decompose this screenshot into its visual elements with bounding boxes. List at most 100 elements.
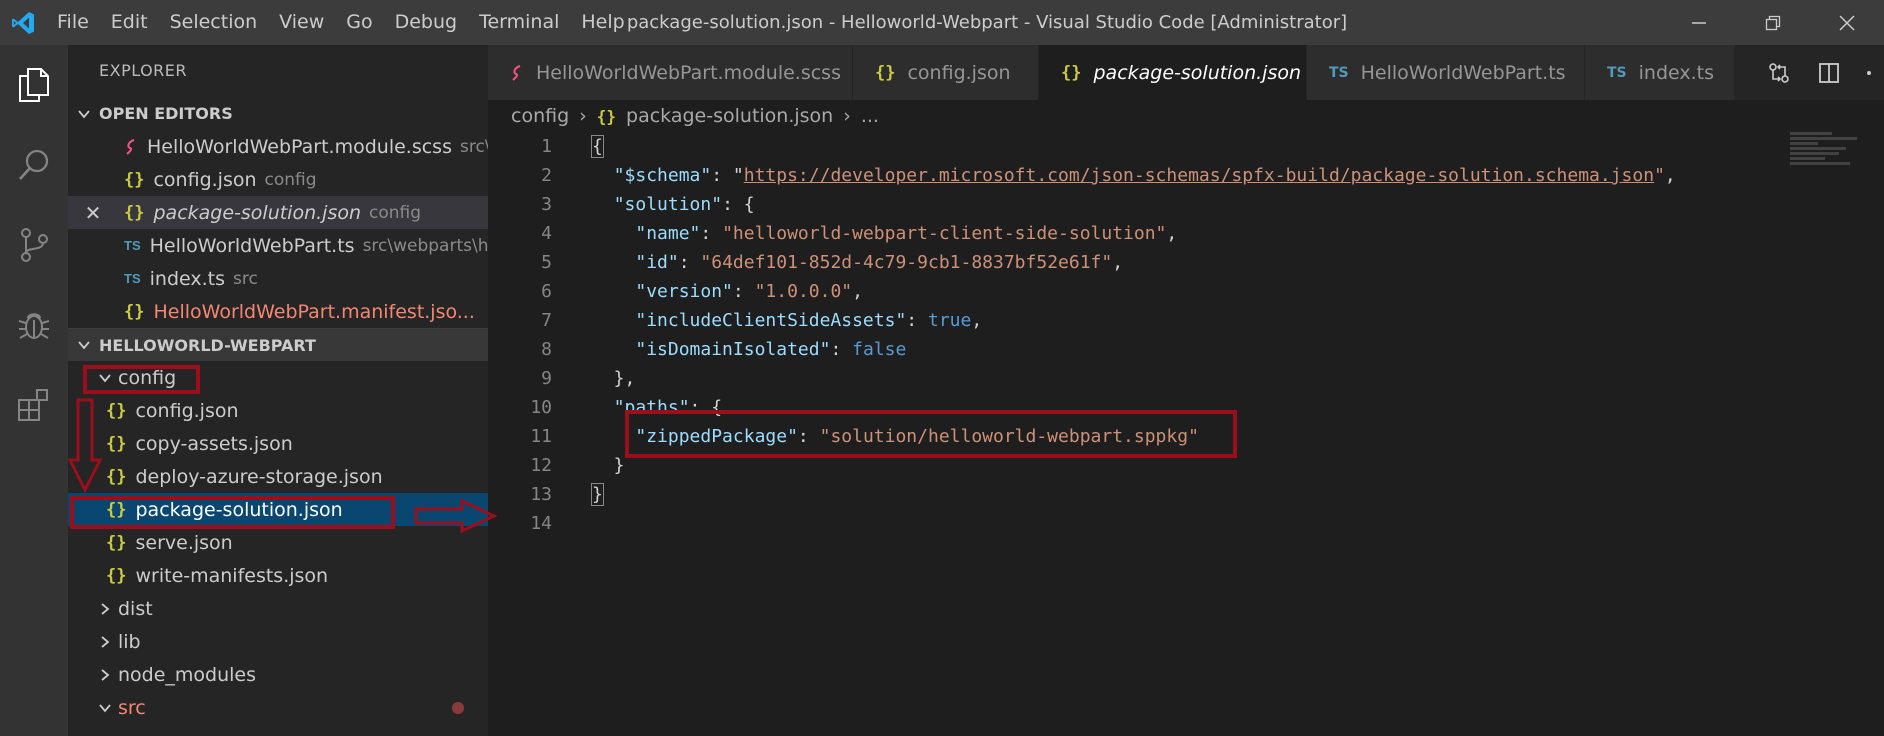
minimap-line [1790, 152, 1839, 155]
code-line: 2 "$schema": "https://developer.microsof… [488, 161, 1788, 190]
restore-icon [1765, 15, 1781, 30]
open-editors-header[interactable]: OPEN EDITORS [68, 97, 488, 130]
extensions-button[interactable] [0, 365, 68, 445]
code-text: "id": "64def101-852d-4c79-9cb1-8837bf52e… [635, 252, 1124, 273]
source-control-button[interactable] [0, 205, 68, 285]
tab-helloworldwebpart-ts[interactable]: TS HelloWorldWebPart.ts [1307, 45, 1585, 100]
json-file-icon: {} [124, 169, 145, 190]
line-number: 10 [530, 397, 552, 418]
json-value: "1.0.0.0" [754, 281, 853, 302]
file-item[interactable]: {} write-manifests.json [68, 559, 488, 592]
open-editor-item-active[interactable]: ✕ {} package-solution.json config [68, 196, 488, 229]
breadcrumb: config › {} package-solution.json › ... [488, 100, 879, 132]
search-button[interactable] [0, 125, 68, 205]
json-key: "zippedPackage" [635, 426, 798, 447]
tab-helloworldwebpart-scss[interactable]: HelloWorldWebPart.module.scss [488, 45, 853, 100]
line-number: 2 [541, 165, 552, 186]
menu-help[interactable]: Help [570, 0, 635, 45]
code-text: "name": "helloworld-webpart-client-side-… [635, 223, 1178, 244]
open-editor-name: HelloWorldWebPart.manifest.jso... [153, 300, 475, 323]
explorer-button[interactable] [0, 45, 68, 125]
open-editor-name: index.ts [149, 267, 225, 290]
menu-view[interactable]: View [268, 0, 335, 45]
open-editor-item[interactable]: {} HelloWorldWebPart.manifest.jso... 5 [68, 295, 488, 328]
close-window-button[interactable] [1810, 0, 1884, 45]
json-key: "id" [635, 252, 679, 273]
debug-button[interactable] [0, 285, 68, 365]
open-editor-path: src\webparts\h... [362, 235, 488, 256]
open-editor-item[interactable]: TS HelloWorldWebPart.ts src\webparts\h..… [68, 229, 488, 262]
code-line: 8 "isDomainIsolated": false [488, 335, 1788, 364]
tab-config-json[interactable]: {} config.json [853, 45, 1039, 100]
chevron-right-icon [92, 668, 118, 682]
menu-go[interactable]: Go [335, 0, 383, 45]
folder-item[interactable]: lib [68, 625, 488, 658]
folder-config[interactable]: config [68, 361, 488, 394]
file-name: config.json [135, 399, 239, 422]
menu-bar: File Edit Selection View Go Debug Termin… [46, 0, 636, 45]
menu-selection[interactable]: Selection [159, 0, 269, 45]
arrow-down-icon [68, 398, 102, 494]
chevron-right-icon [92, 602, 118, 616]
split-editor-button[interactable] [1804, 45, 1854, 100]
more-actions-button[interactable] [1854, 45, 1884, 100]
breadcrumb-more[interactable]: ... [861, 105, 879, 127]
code-text: "includeClientSideAssets": true, [635, 310, 983, 331]
menu-debug[interactable]: Debug [384, 0, 468, 45]
open-editor-item[interactable]: {} config.json config [68, 163, 488, 196]
ts-file-icon: TS [1329, 64, 1349, 81]
open-editor-name: HelloWorldWebPart.module.scss [147, 135, 452, 158]
close-editor-icon[interactable]: ✕ [80, 201, 106, 225]
file-item[interactable]: {} config.json [68, 394, 488, 427]
open-editor-path: src [233, 268, 258, 289]
code-editor[interactable]: 1{ 2 "$schema": "https://developer.micro… [488, 132, 1788, 538]
json-value: "solution/helloworld-webpart.sppkg" [819, 426, 1199, 447]
menu-edit[interactable]: Edit [100, 0, 159, 45]
title-bar: File Edit Selection View Go Debug Termin… [0, 0, 1884, 45]
menu-file[interactable]: File [46, 0, 100, 45]
open-editor-item[interactable]: TS index.ts src [68, 262, 488, 295]
tab-index-ts[interactable]: TS index.ts [1585, 45, 1735, 100]
folder-item[interactable]: dist [68, 592, 488, 625]
minimize-button[interactable] [1662, 0, 1736, 45]
breadcrumb-file[interactable]: package-solution.json [626, 105, 833, 127]
chevron-down-icon [92, 371, 118, 385]
chevron-down-icon [68, 107, 99, 121]
json-value: "64def101-852d-4c79-9cb1-8837bf52e61f" [700, 252, 1113, 273]
file-name: write-manifests.json [135, 564, 329, 587]
json-key: "paths" [613, 397, 690, 418]
json-file-icon: {} [124, 202, 145, 223]
line-number: 1 [541, 136, 552, 157]
file-name: deploy-azure-storage.json [135, 465, 383, 488]
code-text: } [592, 455, 625, 476]
tab-label: HelloWorldWebPart.module.scss [536, 61, 841, 84]
open-changes-button[interactable] [1754, 45, 1804, 100]
folder-item[interactable]: node_modules [68, 658, 488, 691]
restore-button[interactable] [1736, 0, 1810, 45]
json-key: "solution" [613, 194, 723, 215]
line-number: 4 [541, 223, 552, 244]
folder-name: lib [118, 630, 141, 653]
minimap-line [1790, 137, 1857, 140]
minimap[interactable] [1790, 132, 1860, 182]
breadcrumb-folder[interactable]: config [511, 105, 569, 127]
modified-dot-icon [452, 701, 464, 714]
line-number: 8 [541, 339, 552, 360]
json-file-icon: {} [124, 301, 145, 322]
project-label: HELLOWORLD-WEBPART [99, 335, 316, 355]
menu-terminal[interactable]: Terminal [468, 0, 570, 45]
code-line: 1{ [488, 132, 1788, 161]
json-url-value[interactable]: https://developer.microsoft.com/json-sch… [744, 165, 1654, 186]
folder-src[interactable]: src [68, 691, 488, 724]
json-file-icon: {} [106, 499, 127, 520]
project-header[interactable]: HELLOWORLD-WEBPART [68, 328, 488, 361]
minimize-icon [1692, 21, 1706, 24]
json-key: "name" [635, 223, 701, 244]
file-item[interactable]: {} copy-assets.json [68, 427, 488, 460]
line-number: 5 [541, 252, 552, 273]
open-editor-item[interactable]: HelloWorldWebPart.module.scss src\... [68, 130, 488, 163]
tab-package-solution-json[interactable]: {} package-solution.json ✕ [1039, 45, 1333, 100]
file-item[interactable]: {} deploy-azure-storage.json [68, 460, 488, 493]
code-line: 10 "paths": { [488, 393, 1788, 422]
code-text: } [591, 483, 604, 506]
